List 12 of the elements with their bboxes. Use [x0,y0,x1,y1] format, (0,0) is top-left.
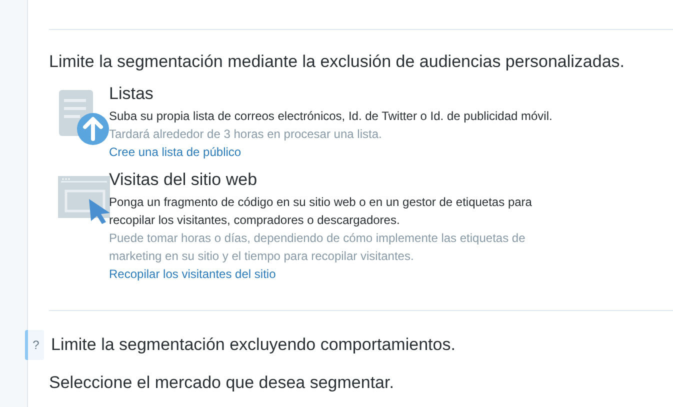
option-note: Tardará alrededor de 3 horas en procesar una lista. [109,126,383,143]
market-prompt: Seleccione el mercado que desea segmentar. [49,373,395,393]
option-note: Puede tomar horas o días, dependiendo de cómo implemente las etiquetas de marketing en su sitio y el tiempo para recopilar visitantes. [109,230,526,265]
option-description: Ponga un fragmento de código en su sitio web o en un gestor de etiquetas para recopilar los visitantes, compradores o descargadores. [109,194,533,229]
option-link[interactable]: Cree una lista de público [109,145,242,159]
section-heading: Limite la segmentación excluyendo comportamientos. [51,335,456,355]
section-heading: Limite la segmentación mediante la exclusión de audiencias personalizadas. [49,52,626,72]
option-description: Suba su propia lista de correos electrónicos, Id. de Twitter o Id. de publicidad móvil. [109,108,554,125]
option-link[interactable]: Recopilar los visitantes del sitio [109,267,276,281]
option-title: Listas [109,84,154,104]
option-title: Visitas del sitio web [109,170,258,190]
help-badge[interactable]: ? [25,330,44,360]
